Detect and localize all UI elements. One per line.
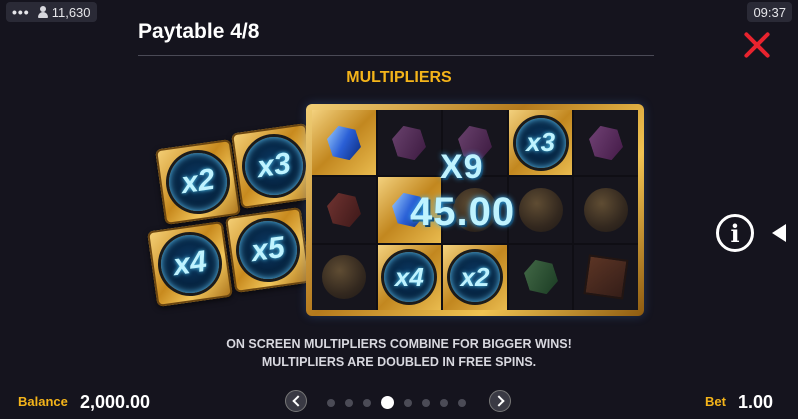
bet-value: 1.00 xyxy=(738,392,774,412)
orb-icon xyxy=(584,187,629,232)
reel-cell xyxy=(377,110,442,176)
page-dot[interactable] xyxy=(440,398,448,407)
multiplier-x2-icon: x2 xyxy=(165,149,231,215)
reel-cell xyxy=(312,244,376,310)
reel-cell xyxy=(508,244,573,310)
green-gem-icon xyxy=(521,256,561,300)
multiplier-x3-icon: x3 xyxy=(515,117,566,168)
orb-icon xyxy=(321,255,366,300)
multiplier-x2-icon: x2 xyxy=(449,252,500,303)
red-gem-icon xyxy=(324,188,364,232)
player-count: 11,630 xyxy=(37,4,91,20)
cube-icon xyxy=(583,254,629,300)
side-arrow-icon[interactable] xyxy=(772,224,786,242)
page-dot[interactable] xyxy=(327,398,335,407)
description-line: MULTIPLIERS ARE DOUBLED IN FREE SPINS. xyxy=(261,355,537,369)
symbol-x4-tile: x4 xyxy=(147,221,233,307)
status-bar: ••• 11,630 xyxy=(6,2,97,22)
win-amount: 45.00 xyxy=(410,190,516,234)
win-multiplier: X9 xyxy=(440,148,484,186)
page-dot[interactable] xyxy=(422,398,430,407)
multiplier-x4-icon: x4 xyxy=(157,231,223,297)
section-heading: MULTIPLIERS xyxy=(346,69,452,86)
symbol-x3-tile: x3 xyxy=(231,123,317,209)
credits-value: 11,630 xyxy=(51,4,91,20)
reel-cell xyxy=(508,177,573,243)
clock: 09:37 xyxy=(747,2,792,22)
reel-cell: x3 xyxy=(508,110,573,176)
next-page-button[interactable] xyxy=(489,390,511,412)
page-title: Paytable 4/8 xyxy=(138,20,260,43)
purple-gem-icon xyxy=(586,121,626,165)
purple-gem-icon xyxy=(390,121,430,165)
multiplier-x4-icon: x4 xyxy=(384,252,435,303)
user-icon xyxy=(37,6,48,18)
blue-gem-icon xyxy=(324,121,364,165)
info-icon[interactable]: i xyxy=(716,214,754,252)
balance-value: 2,000.00 xyxy=(80,392,151,412)
page-indicator xyxy=(327,396,466,409)
bet-label: Bet xyxy=(705,394,726,409)
description-line: ON SCREEN MULTIPLIERS COMBINE FOR BIGGER… xyxy=(226,337,572,351)
multiplier-x3-icon: x3 xyxy=(241,133,307,199)
page-dot[interactable] xyxy=(363,398,371,407)
prev-page-button[interactable] xyxy=(285,390,307,412)
reel-cell xyxy=(312,177,376,243)
page-dot-active[interactable] xyxy=(381,396,394,409)
page-dot[interactable] xyxy=(458,398,466,407)
description: ON SCREEN MULTIPLIERS COMBINE FOR BIGGER… xyxy=(0,335,798,371)
reel-cell: x2 xyxy=(443,244,507,310)
reel-cell xyxy=(574,244,638,310)
reel-cell xyxy=(574,177,638,243)
page-dot[interactable] xyxy=(345,398,353,407)
menu-dots-icon[interactable]: ••• xyxy=(12,4,30,20)
symbol-x5-tile: x5 xyxy=(225,207,311,293)
title-divider xyxy=(138,55,654,56)
balance-label: Balance xyxy=(18,394,68,409)
symbol-x2-tile: x2 xyxy=(155,139,241,225)
page-dot[interactable] xyxy=(404,398,412,407)
close-icon[interactable] xyxy=(740,28,774,62)
orb-icon xyxy=(518,187,563,232)
multiplier-x5-icon: x5 xyxy=(235,217,301,283)
reel-cell: x4 xyxy=(377,244,442,310)
reel-cell xyxy=(574,110,638,176)
reel-cell xyxy=(312,110,376,176)
